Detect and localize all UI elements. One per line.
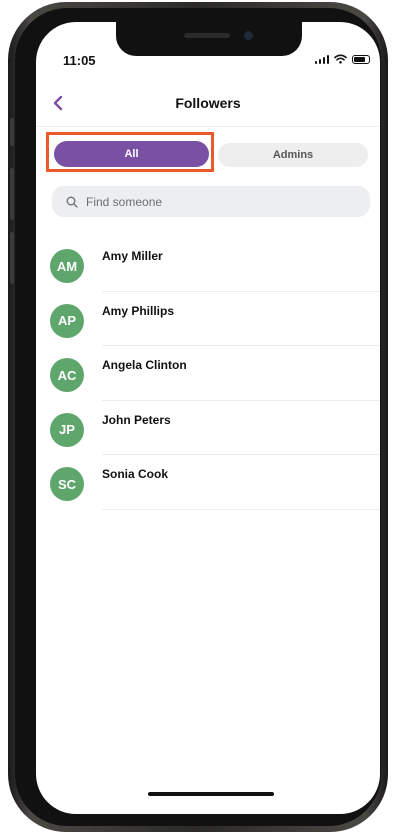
volume-down-button — [10, 232, 14, 284]
search-icon — [66, 196, 78, 208]
tab-all[interactable]: All — [54, 141, 209, 167]
wifi-icon — [334, 54, 347, 64]
home-indicator[interactable] — [148, 792, 274, 796]
avatar: AC — [50, 358, 84, 392]
battery-icon — [352, 55, 370, 64]
follower-name: Angela Clinton — [102, 358, 187, 372]
row-divider — [102, 508, 380, 510]
avatar: AP — [50, 303, 84, 338]
mute-switch — [10, 118, 14, 146]
list-item[interactable]: AP Amy Phillips — [36, 292, 380, 346]
list-item[interactable]: AM Amy Miller — [36, 237, 380, 292]
followers-list: AM Amy Miller AP Amy Phillips AC Angela … — [36, 237, 380, 510]
header-divider — [36, 126, 380, 127]
avatar: SC — [50, 467, 84, 501]
follower-name: John Peters — [102, 412, 171, 427]
speaker — [184, 33, 230, 38]
follower-name: Amy Phillips — [102, 303, 175, 318]
front-camera — [244, 31, 253, 40]
list-item[interactable]: AC Angela Clinton — [36, 346, 380, 401]
list-item[interactable]: SC Sonia Cook — [36, 455, 380, 510]
search-bar[interactable] — [52, 186, 370, 217]
page-title: Followers — [175, 95, 241, 111]
notch — [116, 22, 302, 56]
signal-icon — [314, 54, 329, 64]
avatar: AM — [50, 249, 84, 283]
volume-up-button — [10, 168, 14, 220]
list-item[interactable]: JP John Peters — [36, 401, 380, 455]
screen: 11:05 Followers All Admins AM Amy Miller — [36, 22, 380, 814]
follower-name: Sonia Cook — [102, 467, 169, 481]
status-time: 11:05 — [63, 53, 96, 68]
search-input[interactable] — [84, 193, 348, 210]
follower-name: Amy Miller — [102, 249, 163, 263]
avatar: JP — [50, 412, 84, 447]
tab-admins[interactable]: Admins — [218, 143, 368, 167]
status-icons — [314, 54, 370, 64]
